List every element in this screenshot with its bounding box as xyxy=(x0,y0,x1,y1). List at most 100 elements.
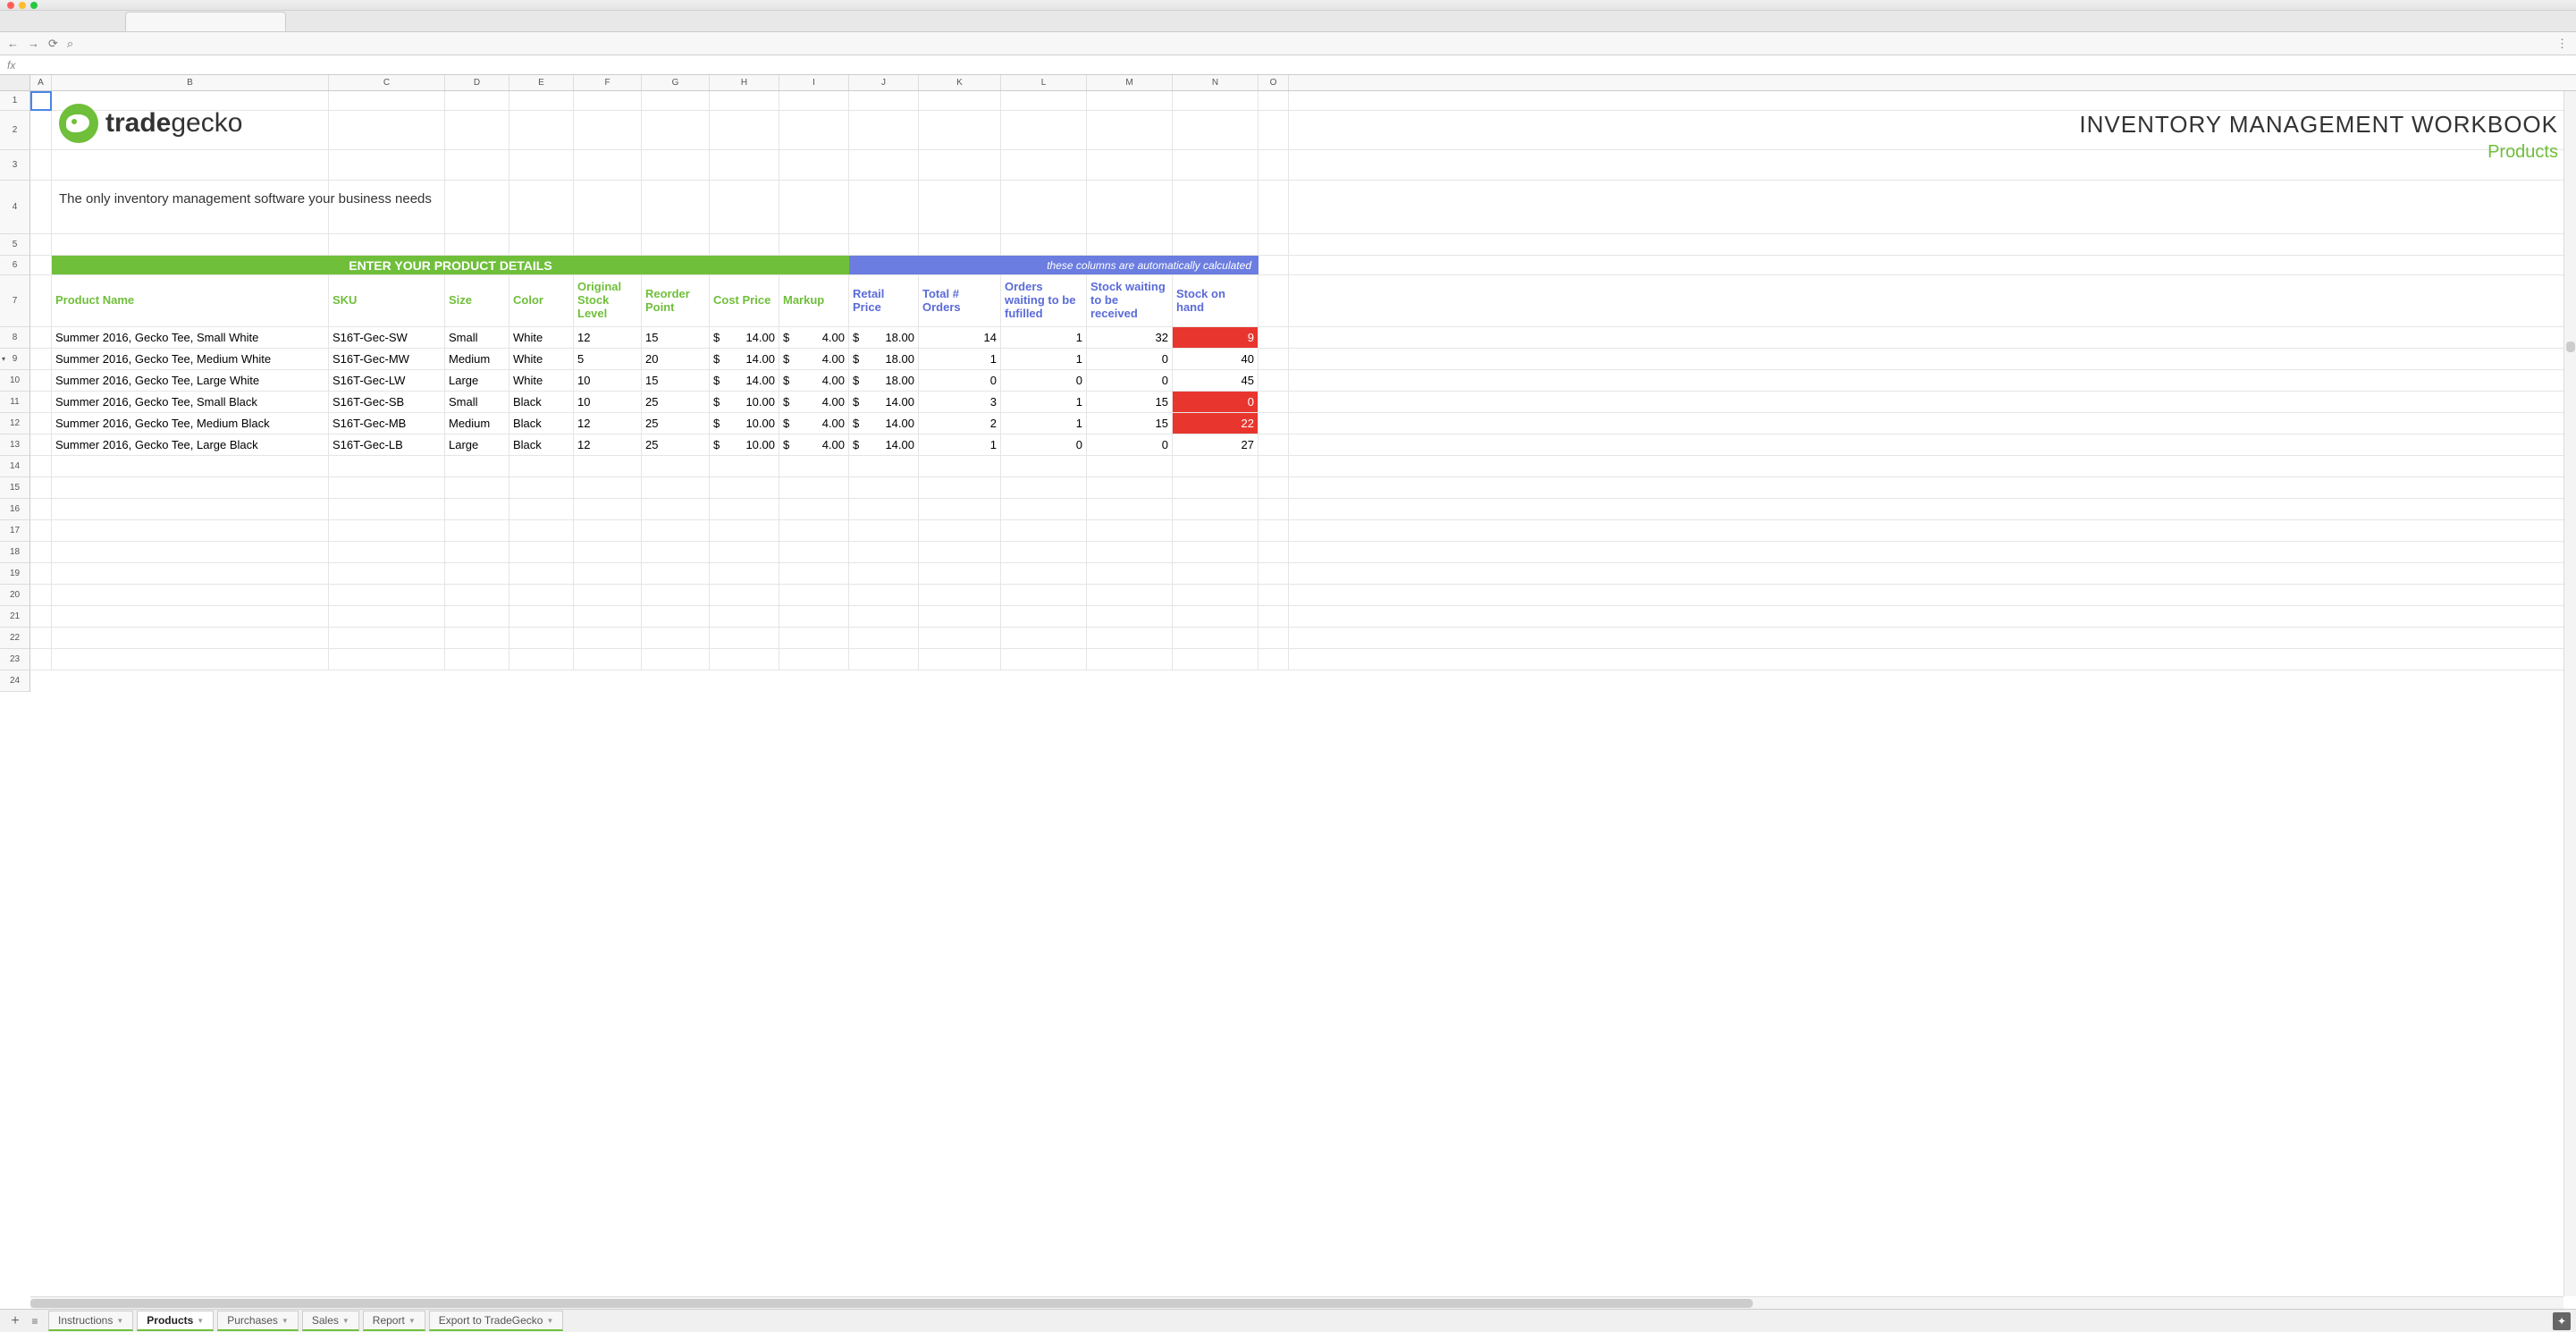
cell[interactable]: Summer 2016, Gecko Tee, Small Black xyxy=(52,392,329,412)
cell[interactable] xyxy=(574,542,642,562)
cell[interactable]: Summer 2016, Gecko Tee, Large White xyxy=(52,370,329,391)
cell[interactable]: S16T-Gec-LW xyxy=(329,370,445,391)
cell[interactable] xyxy=(574,585,642,605)
row-header[interactable]: 5 xyxy=(0,234,29,256)
row-header[interactable]: 21 xyxy=(0,606,29,628)
column-title[interactable]: Original Stock Level xyxy=(574,275,642,326)
cell[interactable] xyxy=(710,520,779,541)
cell[interactable] xyxy=(1259,181,1289,233)
cell[interactable] xyxy=(574,111,642,149)
cell[interactable]: $10.00 xyxy=(710,392,779,412)
chevron-down-icon[interactable]: ▼ xyxy=(116,1317,123,1325)
cell[interactable] xyxy=(779,111,849,149)
cell[interactable] xyxy=(849,585,919,605)
cell[interactable] xyxy=(849,649,919,670)
cell[interactable] xyxy=(1001,542,1087,562)
row-header[interactable]: 4 xyxy=(0,181,29,234)
cell[interactable] xyxy=(574,563,642,584)
cell[interactable] xyxy=(919,649,1001,670)
cell[interactable] xyxy=(779,520,849,541)
cell[interactable]: Summer 2016, Gecko Tee, Small White xyxy=(52,327,329,348)
cell[interactable] xyxy=(1259,150,1289,180)
cell[interactable]: $4.00 xyxy=(779,370,849,391)
cell[interactable]: 0 xyxy=(1001,434,1087,455)
cell[interactable] xyxy=(1001,520,1087,541)
cell[interactable] xyxy=(509,585,574,605)
cell[interactable] xyxy=(1173,477,1259,498)
cell[interactable] xyxy=(710,234,779,255)
cell[interactable] xyxy=(329,606,445,627)
cell[interactable] xyxy=(849,91,919,110)
cell[interactable] xyxy=(30,628,52,648)
cell[interactable]: 25 xyxy=(642,392,710,412)
cell[interactable] xyxy=(1087,520,1173,541)
cell[interactable] xyxy=(1173,499,1259,519)
cell[interactable] xyxy=(1259,542,1289,562)
cell[interactable] xyxy=(329,181,445,233)
cell[interactable] xyxy=(1259,434,1289,455)
cell[interactable]: 15 xyxy=(642,327,710,348)
cell[interactable]: Summer 2016, Gecko Tee, Large Black xyxy=(52,434,329,455)
cell[interactable]: $4.00 xyxy=(779,327,849,348)
cell[interactable]: $18.00 xyxy=(849,349,919,369)
cell[interactable] xyxy=(574,456,642,476)
cell[interactable] xyxy=(445,628,509,648)
column-title[interactable]: Size xyxy=(445,275,509,326)
cell[interactable] xyxy=(642,499,710,519)
cell[interactable] xyxy=(849,520,919,541)
cell[interactable] xyxy=(30,456,52,476)
cell[interactable] xyxy=(1259,349,1289,369)
cell[interactable] xyxy=(1173,563,1259,584)
cell[interactable] xyxy=(30,434,52,455)
cell[interactable]: 27 xyxy=(1173,434,1259,455)
cell[interactable]: Small xyxy=(445,392,509,412)
select-all-corner[interactable] xyxy=(0,75,30,90)
cell[interactable]: White xyxy=(509,370,574,391)
sheet-tab[interactable]: Products▼ xyxy=(137,1311,214,1331)
cell[interactable]: S16T-Gec-LB xyxy=(329,434,445,455)
cell[interactable] xyxy=(52,181,329,233)
cell[interactable] xyxy=(1173,91,1259,110)
cell[interactable] xyxy=(1259,392,1289,412)
cell[interactable] xyxy=(1259,91,1289,110)
cell[interactable]: 0 xyxy=(1087,434,1173,455)
sheet-tab[interactable]: Report▼ xyxy=(363,1311,425,1331)
chevron-down-icon[interactable]: ▼ xyxy=(197,1317,204,1325)
cell[interactable] xyxy=(710,91,779,110)
cell[interactable] xyxy=(30,606,52,627)
cell[interactable] xyxy=(710,499,779,519)
cell[interactable] xyxy=(849,606,919,627)
cell[interactable] xyxy=(919,477,1001,498)
cell[interactable] xyxy=(509,563,574,584)
row-header[interactable]: 9 xyxy=(0,349,29,370)
cell[interactable]: S16T-Gec-MW xyxy=(329,349,445,369)
cell[interactable] xyxy=(445,563,509,584)
cell[interactable] xyxy=(642,606,710,627)
cell[interactable] xyxy=(642,150,710,180)
cell[interactable] xyxy=(445,150,509,180)
cell[interactable] xyxy=(919,456,1001,476)
back-icon[interactable]: ← xyxy=(7,37,19,50)
cell[interactable]: 14 xyxy=(919,327,1001,348)
cell[interactable] xyxy=(710,585,779,605)
cell[interactable] xyxy=(1173,520,1259,541)
cell[interactable] xyxy=(1173,542,1259,562)
cell[interactable] xyxy=(509,111,574,149)
row-header[interactable]: 22 xyxy=(0,628,29,649)
cell[interactable] xyxy=(919,585,1001,605)
cell[interactable]: S16T-Gec-SB xyxy=(329,392,445,412)
column-title[interactable] xyxy=(30,275,52,326)
cell[interactable]: $4.00 xyxy=(779,392,849,412)
cell[interactable]: 0 xyxy=(1173,392,1259,412)
browser-menu-icon[interactable]: ⋮ xyxy=(2556,37,2569,51)
cell[interactable]: 0 xyxy=(1087,370,1173,391)
cell[interactable] xyxy=(30,585,52,605)
cell[interactable] xyxy=(1259,234,1289,255)
col-header[interactable]: C xyxy=(329,75,445,90)
cell[interactable] xyxy=(329,234,445,255)
cell[interactable] xyxy=(642,542,710,562)
cell[interactable] xyxy=(52,234,329,255)
cell[interactable] xyxy=(919,542,1001,562)
cell[interactable] xyxy=(1259,413,1289,434)
cell[interactable] xyxy=(30,91,52,110)
